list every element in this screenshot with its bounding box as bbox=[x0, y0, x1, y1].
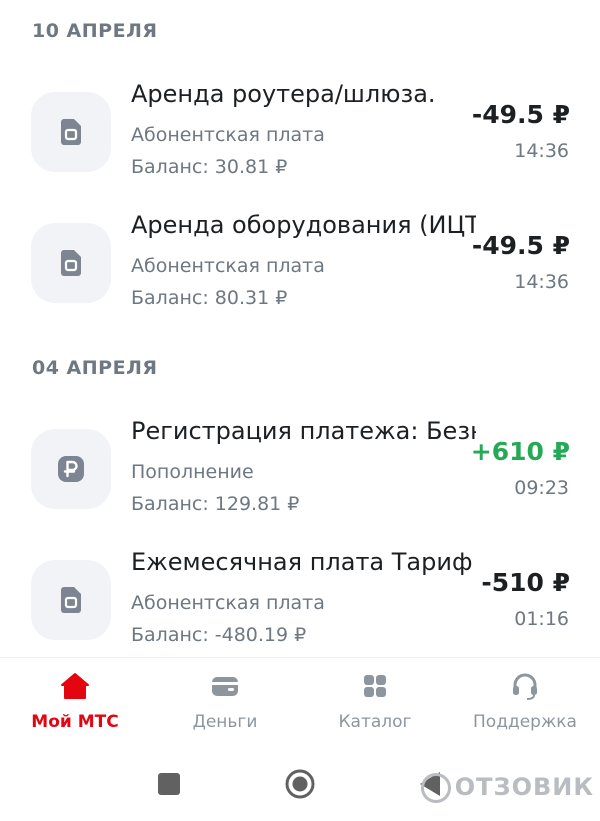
ruble-icon bbox=[31, 429, 111, 509]
date-header-10-april: 10 АПРЕЛЯ bbox=[32, 20, 158, 42]
nav-item-money[interactable]: Деньги bbox=[150, 660, 300, 746]
transaction-time: 14:36 bbox=[514, 271, 569, 293]
transaction-balance: Баланс: 30.81 ₽ bbox=[131, 156, 288, 178]
home-button[interactable] bbox=[284, 768, 316, 804]
watermark-logo-icon bbox=[420, 773, 451, 803]
transaction-category: Абонентская плата bbox=[131, 124, 325, 146]
sim-card-icon bbox=[31, 560, 111, 640]
nav-item-catalog[interactable]: Каталог bbox=[300, 660, 450, 746]
transaction-title: Ежемесячная плата Тариф №0 bbox=[131, 548, 476, 576]
transaction-balance: Баланс: 129.81 ₽ bbox=[131, 493, 300, 515]
transaction-category: Абонентская плата bbox=[131, 255, 325, 277]
circle-icon bbox=[285, 769, 315, 799]
recents-button[interactable] bbox=[157, 772, 181, 800]
date-header-04-april: 04 АПРЕЛЯ bbox=[32, 357, 158, 379]
otzovik-watermark: ОТЗОВИК bbox=[420, 773, 594, 803]
transaction-amount: -510 ₽ bbox=[481, 568, 570, 597]
bottom-nav: Мой МТС Деньги Каталог Поддержка bbox=[0, 660, 600, 746]
sim-card-icon bbox=[31, 223, 111, 303]
square-icon bbox=[158, 773, 180, 795]
watermark-text: ОТЗОВИК bbox=[454, 773, 594, 801]
transaction-category: Пополнение bbox=[131, 461, 254, 483]
headset-icon bbox=[513, 673, 537, 700]
transaction-amount: +610 ₽ bbox=[470, 437, 570, 466]
transaction-amount: -49.5 ₽ bbox=[471, 231, 570, 260]
transaction-title: Аренда оборудования (ИЦТЕ bbox=[131, 211, 476, 239]
transaction-time: 09:23 bbox=[514, 477, 569, 499]
transaction-title: Аренда роутера/шлюза. bbox=[131, 80, 436, 108]
transaction-item[interactable]: Регистрация платежа: Безнал Пополнение Б… bbox=[0, 409, 600, 527]
grid-icon bbox=[364, 675, 386, 697]
transaction-item[interactable]: Аренда оборудования (ИЦТЕ Абонентская пл… bbox=[0, 203, 600, 321]
nav-label: Каталог bbox=[338, 712, 412, 732]
nav-item-support[interactable]: Поддержка bbox=[450, 660, 600, 746]
transaction-balance: Баланс: -480.19 ₽ bbox=[131, 624, 307, 646]
transaction-item[interactable]: Аренда роутера/шлюза. Абонентская плата … bbox=[0, 72, 600, 190]
transaction-amount: -49.5 ₽ bbox=[471, 100, 570, 129]
nav-label: Мой МТС bbox=[31, 712, 119, 732]
transaction-balance: Баланс: 80.31 ₽ bbox=[131, 287, 288, 309]
nav-label: Деньги bbox=[192, 712, 258, 732]
transaction-item[interactable]: Ежемесячная плата Тариф №0 Абонентская п… bbox=[0, 540, 600, 658]
sim-card-icon bbox=[31, 92, 111, 172]
transaction-time: 01:16 bbox=[514, 608, 569, 630]
transaction-category: Абонентская плата bbox=[131, 592, 325, 614]
transaction-title: Регистрация платежа: Безнал bbox=[131, 417, 476, 445]
nav-item-my-mts[interactable]: Мой МТС bbox=[0, 660, 150, 746]
home-icon bbox=[61, 673, 89, 699]
transaction-time: 14:36 bbox=[514, 140, 569, 162]
nav-divider bbox=[0, 657, 600, 658]
nav-label: Поддержка bbox=[473, 712, 577, 732]
wallet-icon bbox=[212, 677, 238, 696]
